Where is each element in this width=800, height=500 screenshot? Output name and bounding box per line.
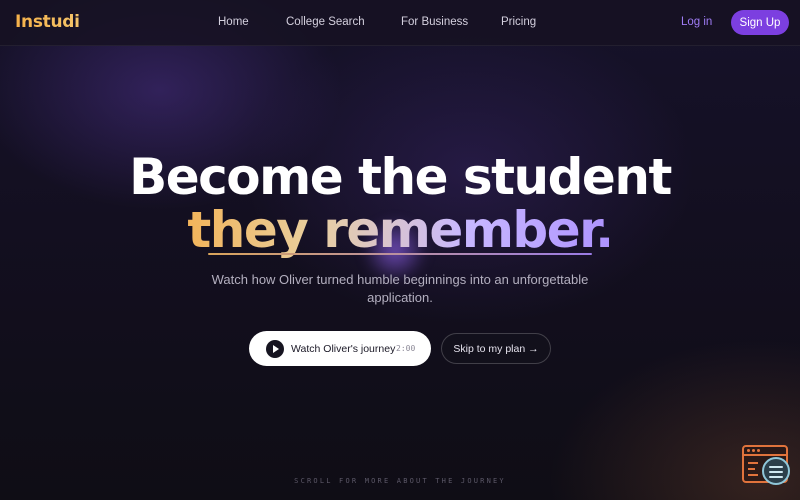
window-dot bbox=[747, 449, 750, 452]
hero-title-line-1: Become the student bbox=[129, 148, 672, 206]
watch-journey-label: Watch Oliver's journey bbox=[291, 343, 396, 355]
nav-home[interactable]: Home bbox=[218, 16, 249, 28]
bubble-line bbox=[769, 466, 783, 468]
nav-for-business[interactable]: For Business bbox=[401, 16, 468, 28]
watch-journey-button[interactable]: Watch Oliver's journey 2:00 bbox=[249, 331, 431, 366]
bubble-line bbox=[769, 476, 783, 478]
login-link[interactable]: Log in bbox=[681, 16, 712, 28]
signup-button[interactable]: Sign Up bbox=[731, 10, 789, 35]
scroll-hint: SCROLL FOR MORE ABOUT THE JOURNEY bbox=[294, 477, 506, 485]
window-titlebar bbox=[744, 454, 786, 456]
video-duration: 2:00 bbox=[396, 344, 416, 353]
window-dot bbox=[752, 449, 755, 452]
brand-logo[interactable]: Instudi bbox=[15, 12, 80, 32]
skip-to-plan-button[interactable]: Skip to my plan → bbox=[441, 333, 551, 364]
top-nav: Instudi Home College Search For Business… bbox=[0, 0, 800, 46]
hero-title-underline bbox=[208, 253, 592, 255]
hero-subtitle: Watch how Oliver turned humble beginning… bbox=[211, 272, 589, 305]
window-text-line bbox=[748, 474, 758, 476]
landing-page: Instudi Home College Search For Business… bbox=[0, 0, 800, 500]
nav-pricing[interactable]: Pricing bbox=[501, 16, 536, 28]
window-text-line bbox=[748, 468, 755, 470]
hero-title-line-2: they remember. bbox=[0, 205, 800, 255]
chat-bubble-icon bbox=[762, 457, 790, 485]
bubble-line bbox=[769, 471, 783, 473]
window-text-line bbox=[748, 462, 758, 464]
hero-title-highlight: they remember. bbox=[187, 201, 614, 259]
chat-widget-button[interactable] bbox=[742, 445, 790, 485]
nav-college-search[interactable]: College Search bbox=[286, 16, 365, 28]
window-dot bbox=[757, 449, 760, 452]
play-icon bbox=[266, 340, 284, 358]
